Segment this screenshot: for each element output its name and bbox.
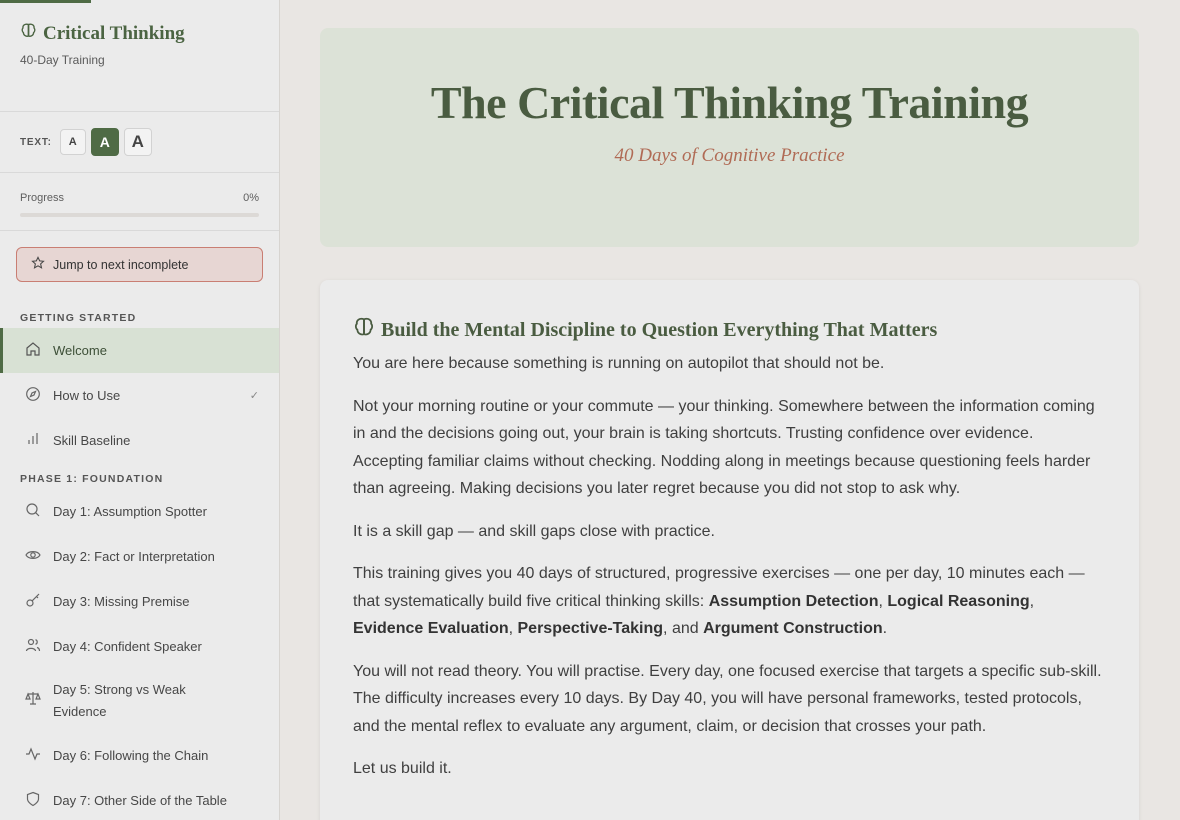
progress-bar [20, 213, 259, 217]
key-icon [25, 592, 41, 611]
intro-paragraph-2: Not your morning routine or your commute… [353, 397, 1095, 498]
nav-phase-1: Day 1: Assumption Spotter Day 2: Fact or… [0, 489, 279, 820]
separator: . [882, 620, 888, 637]
section-getting-started: GETTING STARTED [20, 312, 137, 324]
users-icon [25, 637, 41, 656]
sidebar: Critical Thinking 40-Day Training TEXT: … [0, 0, 280, 820]
sidebar-item-label: Day 3: Missing Premise [53, 594, 190, 609]
intro-paragraph-6: Let us build it. [353, 760, 452, 777]
brand-title[interactable]: Critical Thinking [20, 22, 259, 45]
sidebar-item-day-5[interactable]: Day 5: Strong vs Weak Evidence [0, 669, 279, 733]
shield-icon [25, 791, 41, 810]
sidebar-item-day-2[interactable]: Day 2: Fact or Interpretation [0, 534, 279, 579]
text-size-small-button[interactable]: A [59, 129, 86, 155]
top-progress-strip [0, 0, 91, 3]
sidebar-item-day-4[interactable]: Day 4: Confident Speaker [0, 624, 279, 669]
intro-paragraph-4: This training gives you 40 days of struc… [353, 560, 1106, 643]
sidebar-item-skill-baseline[interactable]: Skill Baseline [0, 418, 279, 463]
brand: Critical Thinking 40-Day Training [0, 0, 279, 112]
progress-value: 0% [243, 192, 259, 204]
sidebar-item-label: Day 1: Assumption Spotter [53, 504, 207, 519]
skill-perspective-taking: Perspective-Taking [517, 620, 664, 637]
star-icon [31, 256, 45, 273]
text-size-medium-button[interactable]: A [90, 128, 119, 156]
skill-evidence-evaluation: Evidence Evaluation [353, 620, 509, 637]
sidebar-item-day-7[interactable]: Day 7: Other Side of the Table [0, 778, 279, 820]
sidebar-item-day-6[interactable]: Day 6: Following the Chain [0, 733, 279, 778]
progress-panel: Progress 0% [0, 173, 279, 231]
brand-title-text: Critical Thinking [43, 22, 185, 44]
nav-getting-started: Welcome How to Use ✓ Skill Baseline [0, 328, 279, 463]
sidebar-item-label: Day 6: Following the Chain [53, 748, 209, 763]
brain-icon [20, 22, 37, 45]
separator: , [1029, 592, 1035, 610]
hero-banner: The Critical Thinking Training 40 Days o… [320, 28, 1139, 247]
intro-heading-text: Build the Mental Discipline to Question … [381, 318, 938, 341]
jump-label: Jump to next incomplete [53, 257, 189, 272]
page-subtitle: 40 Days of Cognitive Practice [614, 145, 845, 166]
sidebar-item-day-3[interactable]: Day 3: Missing Premise [0, 579, 279, 624]
intro-card: Build the Mental Discipline to Question … [320, 280, 1139, 820]
sidebar-item-how-to-use[interactable]: How to Use ✓ [0, 373, 279, 418]
check-icon: ✓ [249, 390, 259, 402]
progress-label: Progress [20, 192, 65, 204]
brand-subtitle: 40-Day Training [20, 53, 105, 67]
sidebar-item-label: Day 4: Confident Speaker [53, 639, 202, 654]
intro-heading: Build the Mental Discipline to Question … [353, 316, 1106, 344]
text-size-control: TEXT: A A A [0, 112, 279, 173]
text-size-large-button[interactable]: A [123, 128, 152, 156]
eye-icon [25, 547, 41, 566]
sidebar-item-day-1[interactable]: Day 1: Assumption Spotter [0, 489, 279, 534]
app-root: Critical Thinking 40-Day Training TEXT: … [0, 0, 1180, 820]
section-phase-1: PHASE 1: FOUNDATION [20, 473, 164, 485]
separator: , [508, 620, 518, 637]
intro-paragraph-1: You are here because something is runnin… [353, 355, 885, 372]
sidebar-item-label: Skill Baseline [53, 433, 131, 448]
sidebar-item-label: Day 7: Other Side of the Table [53, 793, 227, 808]
jump-to-next-incomplete-button[interactable]: Jump to next incomplete [16, 247, 263, 282]
separator: , and [663, 620, 704, 637]
sidebar-item-label: Day 5: Strong vs Weak Evidence [53, 682, 186, 719]
sidebar-item-label: How to Use [53, 388, 121, 403]
sidebar-item-label: Day 2: Fact or Interpretation [53, 549, 215, 564]
bar-chart-icon [25, 431, 41, 450]
brain-icon [353, 316, 375, 344]
sidebar-item-welcome[interactable]: Welcome [0, 328, 279, 373]
main-content: The Critical Thinking Training 40 Days o… [280, 0, 1180, 820]
scale-icon [25, 690, 41, 713]
intro-paragraph-5: You will not read theory. You will pract… [353, 662, 1102, 735]
skill-logical-reasoning: Logical Reasoning [887, 592, 1030, 610]
skill-assumption-detection: Assumption Detection [708, 592, 879, 610]
search-icon [25, 502, 41, 521]
sidebar-item-label: Welcome [53, 343, 107, 358]
skill-argument-construction: Argument Construction [703, 620, 883, 637]
intro-paragraph-3: It is a skill gap — and skill gaps close… [353, 522, 715, 540]
activity-icon [25, 746, 41, 765]
page-title: The Critical Thinking Training [430, 77, 1029, 128]
home-icon [25, 341, 41, 360]
text-size-label: TEXT: [20, 136, 52, 148]
compass-icon [25, 386, 41, 405]
